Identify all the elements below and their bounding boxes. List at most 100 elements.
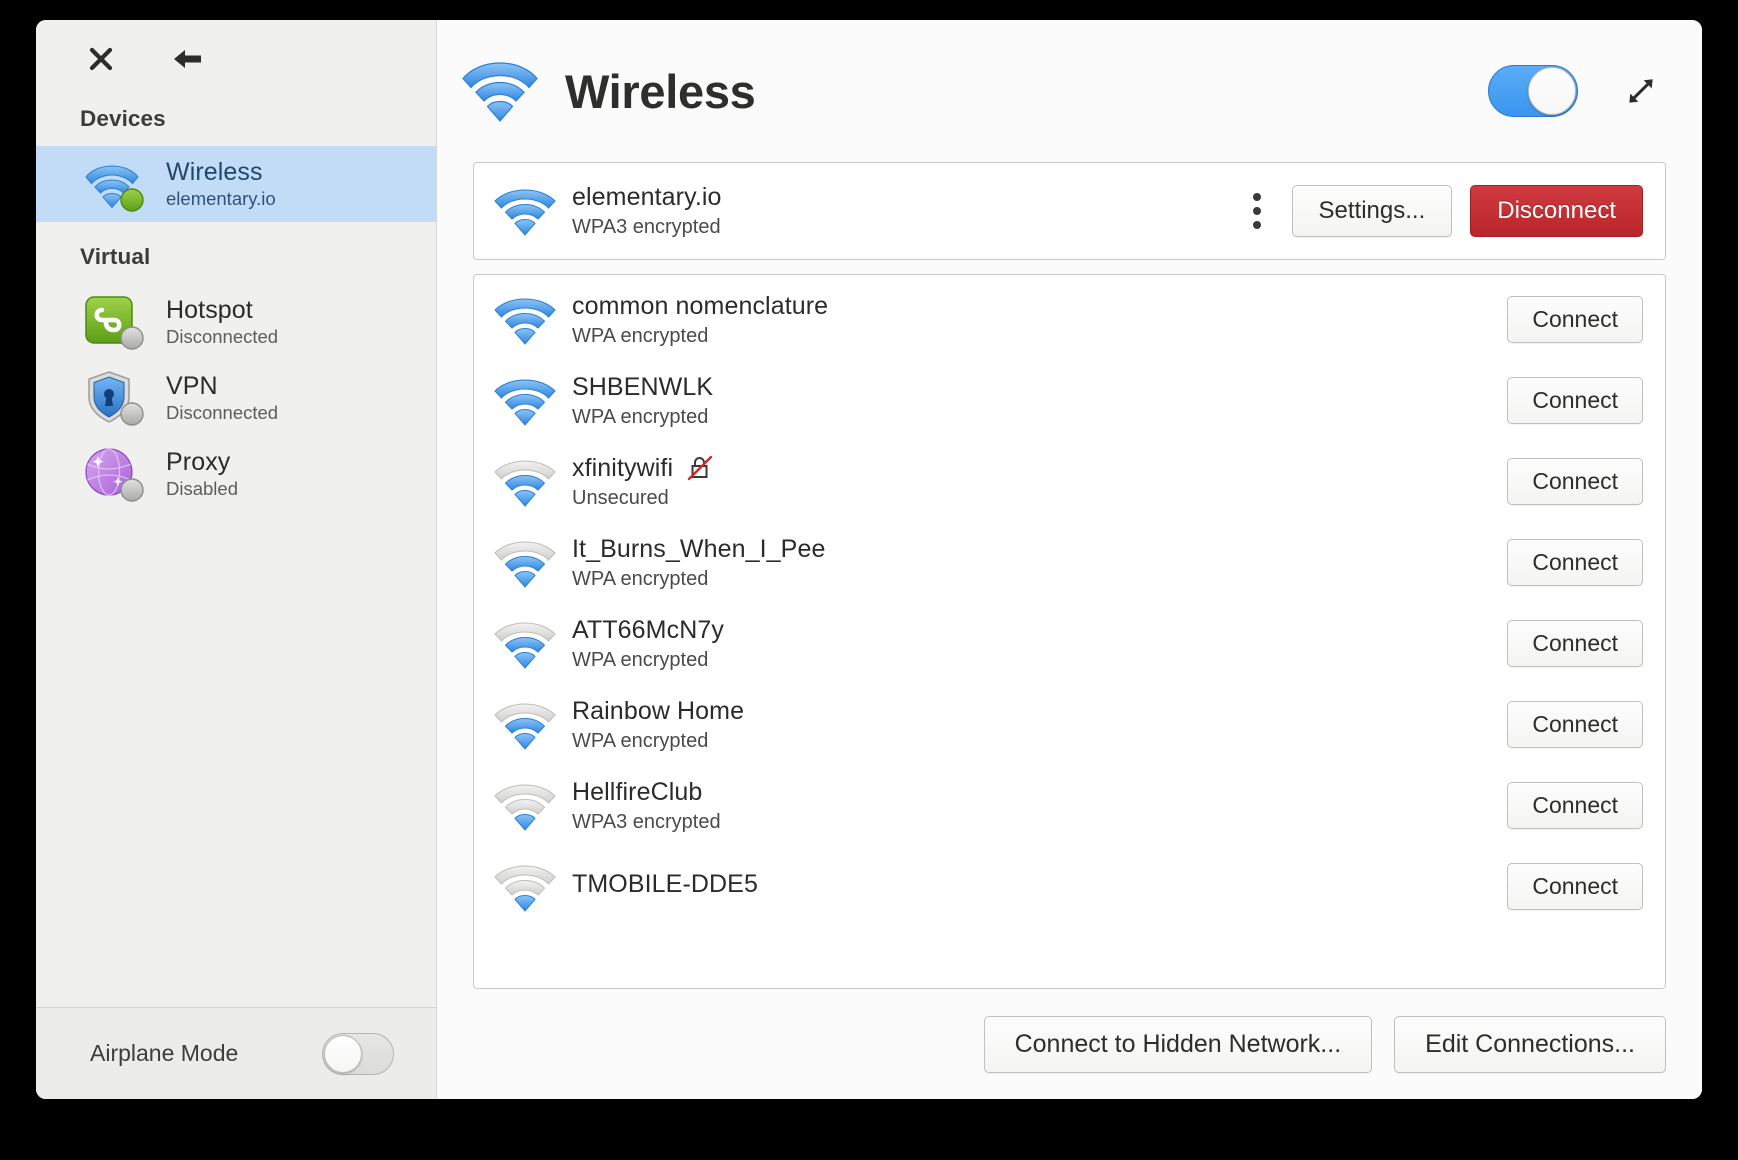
sidebar-item-proxy-text: Proxy Disabled — [166, 448, 238, 500]
connect-button[interactable]: Connect — [1507, 539, 1643, 586]
list-item-name-line: TMOBILE-DDE5 — [572, 870, 758, 899]
unsecured-lock-icon — [687, 454, 713, 482]
network-settings-window: Devices Wireless elementary.io Virtual H… — [36, 20, 1702, 1099]
disconnect-button[interactable]: Disconnect — [1470, 185, 1643, 237]
connect-button[interactable]: Connect — [1507, 620, 1643, 667]
wifi-icon — [84, 156, 146, 212]
sidebar: Devices Wireless elementary.io Virtual H… — [36, 20, 437, 1099]
connected-network-row[interactable]: elementary.io WPA3 encrypted Settings...… — [474, 163, 1665, 259]
wifi-icon — [492, 777, 558, 835]
wifi-icon — [492, 534, 558, 592]
connect-button[interactable]: Connect — [1507, 458, 1643, 505]
list-item-name-line: HellfireClub — [572, 778, 721, 807]
kebab-menu-icon[interactable] — [1240, 188, 1274, 234]
network-name: It_Burns_When_I_Pee — [572, 534, 826, 563]
connected-network-panel: elementary.io WPA3 encrypted Settings...… — [473, 162, 1666, 260]
sidebar-item-wireless-status: elementary.io — [166, 188, 276, 210]
wifi-icon — [492, 453, 558, 511]
list-item-actions: Connect — [1507, 296, 1643, 343]
network-security: Unsecured — [572, 486, 669, 509]
sidebar-item-wireless-label: Wireless — [166, 158, 263, 187]
available-networks-panel[interactable]: common nomenclature WPA encrypted Connec… — [473, 274, 1666, 989]
sidebar-item-proxy[interactable]: Proxy Disabled — [36, 436, 436, 512]
wireless-power-toggle-knob — [1528, 67, 1576, 115]
list-item-text: TMOBILE-DDE5 — [572, 870, 758, 903]
available-networks-list: common nomenclature WPA encrypted Connec… — [474, 275, 1665, 927]
connect-button[interactable]: Connect — [1507, 782, 1643, 829]
wifi-icon — [492, 858, 558, 916]
edit-connections-button[interactable]: Edit Connections... — [1394, 1015, 1666, 1073]
airplane-mode-toggle-knob — [324, 1034, 362, 1073]
list-item[interactable]: Rainbow Home WPA encrypted Connect — [474, 684, 1665, 765]
list-item[interactable]: SHBENWLK WPA encrypted Connect — [474, 360, 1665, 441]
main-footer: Connect to Hidden Network... Edit Connec… — [437, 989, 1702, 1099]
sidebar-devices-list: Wireless elementary.io — [36, 146, 436, 222]
connected-network-security: WPA3 encrypted — [572, 216, 721, 238]
connected-network-actions: Settings... Disconnect — [1240, 185, 1643, 237]
network-security: WPA encrypted — [572, 648, 709, 671]
list-item[interactable]: HellfireClub WPA3 encrypted Connect — [474, 765, 1665, 846]
content-area: elementary.io WPA3 encrypted Settings...… — [437, 162, 1702, 989]
connected-network-name-line: elementary.io — [572, 183, 722, 212]
wifi-icon — [492, 182, 558, 240]
list-item[interactable]: xfinitywifi Unsecured Connect — [474, 441, 1665, 522]
sidebar-item-hotspot-label: Hotspot — [166, 296, 253, 325]
wifi-icon — [492, 696, 558, 754]
list-item-actions: Connect — [1507, 539, 1643, 586]
sidebar-item-wireless-text: Wireless elementary.io — [166, 158, 276, 210]
network-name: Rainbow Home — [572, 696, 745, 725]
sidebar-item-vpn[interactable]: VPN Disconnected — [36, 360, 436, 436]
wifi-icon — [492, 615, 558, 673]
network-name: xfinitywifi — [572, 453, 674, 482]
page-title: Wireless — [565, 64, 756, 118]
connected-network-name: elementary.io — [572, 183, 722, 211]
sidebar-item-vpn-text: VPN Disconnected — [166, 372, 278, 424]
sidebar-item-proxy-status: Disabled — [166, 478, 238, 500]
list-item-actions: Connect — [1507, 458, 1643, 505]
airplane-mode-label: Airplane Mode — [90, 1040, 239, 1066]
network-name: HellfireClub — [572, 777, 703, 806]
wifi-icon — [459, 53, 541, 129]
connect-button[interactable]: Connect — [1507, 296, 1643, 343]
proxy-globe-icon — [84, 446, 146, 502]
close-icon[interactable] — [84, 42, 118, 76]
back-arrow-icon[interactable] — [170, 42, 204, 76]
sidebar-section-devices: Devices — [80, 106, 166, 131]
sidebar-item-hotspot-text: Hotspot Disconnected — [166, 296, 278, 348]
list-item[interactable]: common nomenclature WPA encrypted Connec… — [474, 279, 1665, 360]
connect-hidden-network-button[interactable]: Connect to Hidden Network... — [983, 1015, 1373, 1073]
list-item-actions: Connect — [1507, 377, 1643, 424]
airplane-mode-toggle[interactable] — [322, 1032, 394, 1075]
sidebar-item-proxy-label: Proxy — [166, 448, 231, 477]
sidebar-item-hotspot-status: Disconnected — [166, 326, 279, 348]
list-item-text: HellfireClub WPA3 encrypted — [572, 778, 721, 834]
list-item-name-line: xfinitywifi — [572, 454, 713, 483]
sidebar-item-wireless[interactable]: Wireless elementary.io — [36, 146, 436, 222]
list-item[interactable]: ATT66McN7y WPA encrypted Connect — [474, 603, 1665, 684]
list-item-actions: Connect — [1507, 863, 1643, 910]
kebab-dot — [1252, 221, 1261, 229]
wifi-icon — [492, 291, 558, 349]
network-name: ATT66McN7y — [572, 615, 724, 644]
network-security: WPA encrypted — [572, 405, 709, 428]
sidebar-virtual-list: Hotspot Disconnected VPN Disconnected Pr… — [36, 284, 436, 512]
list-item-actions: Connect — [1507, 782, 1643, 829]
vpn-shield-icon — [84, 370, 146, 426]
list-item[interactable]: It_Burns_When_I_Pee WPA encrypted Connec… — [474, 522, 1665, 603]
wifi-icon — [492, 372, 558, 430]
list-item[interactable]: TMOBILE-DDE5 Connect — [474, 846, 1665, 927]
kebab-dot — [1252, 193, 1261, 201]
connect-button[interactable]: Connect — [1507, 377, 1643, 424]
sidebar-section-virtual: Virtual — [80, 244, 151, 269]
sidebar-item-hotspot[interactable]: Hotspot Disconnected — [36, 284, 436, 360]
list-item-text: ATT66McN7y WPA encrypted — [572, 616, 724, 672]
settings-button[interactable]: Settings... — [1291, 185, 1453, 237]
connect-button[interactable]: Connect — [1507, 863, 1643, 910]
expand-diagonal-icon[interactable] — [1624, 74, 1658, 108]
list-item-text: xfinitywifi Unsecured — [572, 454, 713, 510]
wireless-power-toggle[interactable] — [1488, 65, 1578, 117]
header-controls — [1488, 65, 1658, 117]
list-item-name-line: It_Burns_When_I_Pee — [572, 535, 825, 564]
list-item-actions: Connect — [1507, 701, 1643, 748]
connect-button[interactable]: Connect — [1507, 701, 1643, 748]
